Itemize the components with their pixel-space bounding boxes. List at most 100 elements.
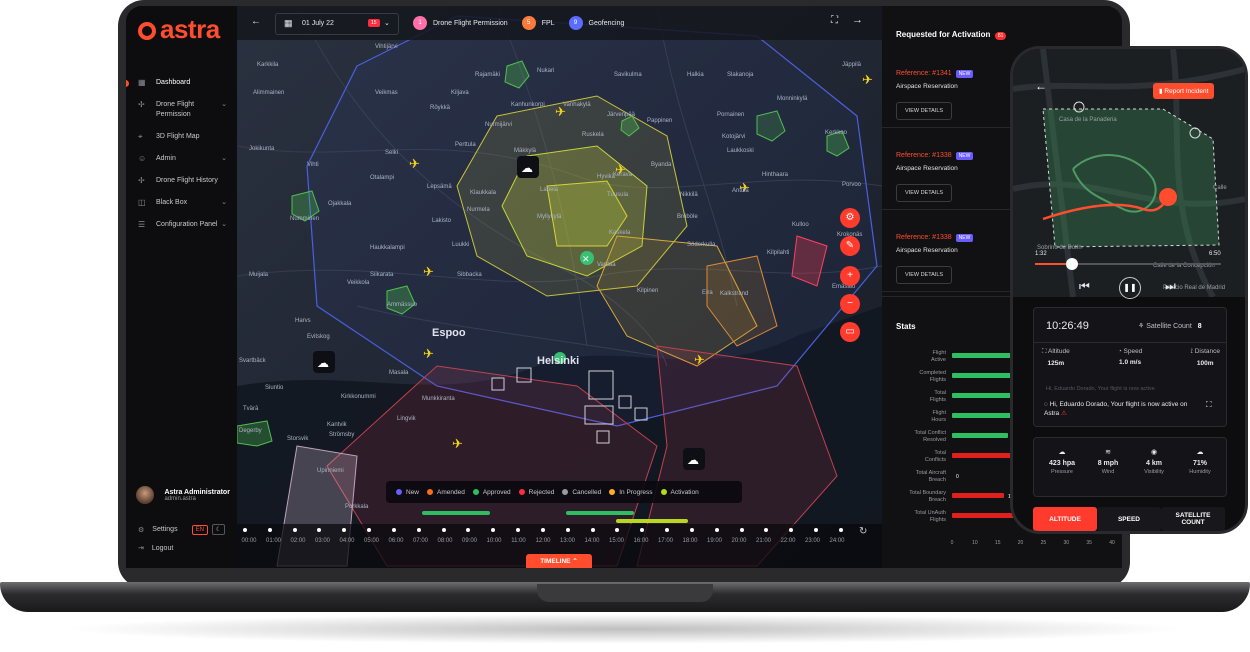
- legend-label: In Progress: [619, 488, 653, 496]
- timeline-marker[interactable]: [441, 528, 446, 532]
- zoom-out-icon[interactable]: −: [840, 294, 860, 314]
- timeline-marker[interactable]: [665, 528, 670, 532]
- back-arrow-icon[interactable]: ←: [1035, 79, 1047, 93]
- tab-altitude[interactable]: ALTITUDE: [1033, 507, 1097, 531]
- refresh-icon[interactable]: ↻: [859, 526, 867, 537]
- stat-bar: [952, 433, 1008, 438]
- timeline-marker[interactable]: [814, 528, 819, 532]
- timeline-marker[interactable]: [540, 528, 545, 532]
- pause-icon[interactable]: ❚❚: [1119, 277, 1141, 299]
- svg-text:Ruskela: Ruskela: [582, 132, 604, 138]
- skip-forward-icon[interactable]: ⏭: [1165, 279, 1176, 294]
- view-details-button[interactable]: VIEW DETAILS: [896, 102, 953, 120]
- map-layers-icon[interactable]: ▭: [840, 322, 860, 342]
- view-details-button[interactable]: VIEW DETAILS: [896, 266, 953, 284]
- svg-text:Pornainen: Pornainen: [717, 112, 744, 118]
- x-tick-label: 30: [1064, 540, 1070, 546]
- filter-fpl[interactable]: 5 FPL: [521, 16, 555, 30]
- back-arrow-icon[interactable]: ←: [251, 16, 261, 27]
- tab-satellite-count[interactable]: SATELLITE COUNT: [1161, 507, 1225, 531]
- legend-item-new[interactable]: New: [396, 489, 419, 496]
- sidebar-item-dashboard[interactable]: ▦ Dashboard: [126, 72, 237, 94]
- forward-arrow-icon[interactable]: →: [852, 14, 863, 26]
- sidebar-item-label: Admin: [156, 155, 176, 162]
- legend-item-activation[interactable]: Activation: [660, 489, 699, 496]
- timeline-marker[interactable]: [590, 528, 595, 532]
- timeline-marker[interactable]: [615, 528, 620, 532]
- user-profile[interactable]: Astra Administrator admin.astra: [136, 486, 236, 504]
- sidebar-item-admin[interactable]: ☺ Admin ⌄: [126, 148, 237, 170]
- timeline-marker[interactable]: [640, 528, 645, 532]
- fullscreen-icon[interactable]: ⛶: [831, 15, 838, 26]
- timeline-marker[interactable]: [764, 528, 769, 532]
- zoom-in-icon[interactable]: +: [840, 266, 860, 286]
- weather-label: Pressure: [1050, 469, 1073, 475]
- timeline-marker[interactable]: [292, 528, 297, 532]
- timeline-marker[interactable]: [565, 528, 570, 532]
- settings-row[interactable]: ⚙ Settings EN ☾: [138, 524, 226, 535]
- legend-item-amended[interactable]: Amended: [427, 489, 465, 496]
- logout-icon: ⇥: [138, 545, 144, 552]
- timeline-marker[interactable]: [243, 528, 247, 532]
- legend-item-rejected[interactable]: Rejected: [518, 489, 554, 496]
- svg-text:Monninkylä: Monninkylä: [777, 96, 808, 102]
- view-details-button[interactable]: VIEW DETAILS: [896, 184, 953, 202]
- theme-toggle-icon[interactable]: ☾: [211, 524, 226, 535]
- legend-item-approved[interactable]: Approved: [472, 489, 511, 496]
- legend-item-in-progress[interactable]: In Progress: [609, 488, 653, 496]
- filter-drone-flight-permission[interactable]: 1 Drone Flight Permission: [413, 16, 508, 30]
- chat-icon[interactable]: ✎: [840, 236, 860, 256]
- timeline-toggle-button[interactable]: TIMELINE ⌃: [526, 554, 592, 568]
- timeline-marker[interactable]: [838, 528, 843, 532]
- sidebar-item-configuration-panel[interactable]: ☰ Configuration Panel ⌄: [126, 214, 237, 236]
- sidebar-item-black-box[interactable]: ◫ Black Box ⌄: [126, 192, 237, 214]
- sidebar-item-drone-flight-history[interactable]: ✢ Drone Flight History: [126, 170, 237, 192]
- filter-icon[interactable]: ⚙: [840, 208, 860, 228]
- phone-flight-map[interactable]: Calle MayorCasa de la Panaderia CalleCal…: [1013, 49, 1245, 299]
- svg-text:Siikarata: Siikarata: [370, 272, 394, 278]
- legend-swatch: [427, 489, 434, 495]
- aircraft-icon[interactable]: ✈: [862, 73, 873, 88]
- timeline-marker[interactable]: [391, 528, 396, 532]
- weather-item: ☁ 423 hpa Pressure: [1042, 448, 1082, 475]
- tab-speed[interactable]: SPEED: [1097, 507, 1161, 531]
- avatar: [136, 486, 154, 504]
- aircraft-icon[interactable]: ✈: [409, 157, 420, 172]
- timeline-marker[interactable]: [466, 528, 471, 532]
- weather-value: 423 hpa: [1048, 460, 1076, 467]
- aircraft-icon[interactable]: ✈: [423, 347, 434, 362]
- timeline-marker[interactable]: [714, 528, 719, 532]
- filter-label: FPL: [541, 19, 555, 27]
- sidebar-item-3d-flight-map[interactable]: ⌖ 3D Flight Map: [126, 126, 237, 148]
- timeline-marker[interactable]: [267, 528, 272, 532]
- timeline-marker[interactable]: [342, 528, 347, 532]
- timeline-marker[interactable]: [416, 528, 421, 532]
- timeline-marker[interactable]: [317, 528, 322, 532]
- expand-icon[interactable]: ⛶: [1206, 400, 1212, 410]
- logout-button[interactable]: ⇥ Logout: [138, 544, 173, 552]
- skip-back-icon[interactable]: ⏮: [1079, 279, 1090, 294]
- svg-text:Kanhunkorpi: Kanhunkorpi: [511, 102, 545, 108]
- playback-track[interactable]: [1035, 258, 1221, 270]
- aircraft-icon[interactable]: ✈: [694, 353, 705, 368]
- blackbox-icon: ◫: [138, 198, 146, 207]
- timeline-marker[interactable]: [689, 528, 694, 532]
- legend-item-cancelled[interactable]: Cancelled: [562, 489, 601, 496]
- filter-geofencing[interactable]: 9 Geofencing: [568, 16, 624, 30]
- flight-metrics: ⛶ Altitude 125m ◔ Speed 1.0 m/s ⟟ Distance 10…: [1042, 348, 1220, 367]
- report-incident-button[interactable]: ▮ Report Incident: [1153, 83, 1215, 99]
- sidebar-item-drone-flight-permission[interactable]: ✢ Drone Flight Permission ⌄: [126, 94, 237, 126]
- language-badge[interactable]: EN: [191, 524, 208, 535]
- timeline-marker[interactable]: [516, 528, 521, 532]
- timeline-marker[interactable]: [367, 528, 372, 532]
- svg-text:Slakanoja: Slakanoja: [727, 72, 754, 78]
- config-icon: ☰: [138, 220, 146, 229]
- timeline-marker[interactable]: [789, 528, 794, 532]
- timeline-marker[interactable]: [739, 528, 744, 532]
- drone-position-marker[interactable]: [1159, 188, 1177, 206]
- timeline-hours: 00:00 01:00 02:00 03:00 04:00 05:00 06:00 07:00…: [237, 538, 849, 544]
- date-picker[interactable]: ▦ 01 July 22 15 ⌄: [275, 13, 399, 35]
- timeline-marker[interactable]: [491, 528, 496, 532]
- aircraft-icon[interactable]: ✈: [452, 437, 463, 452]
- aircraft-icon[interactable]: ✈: [423, 265, 434, 280]
